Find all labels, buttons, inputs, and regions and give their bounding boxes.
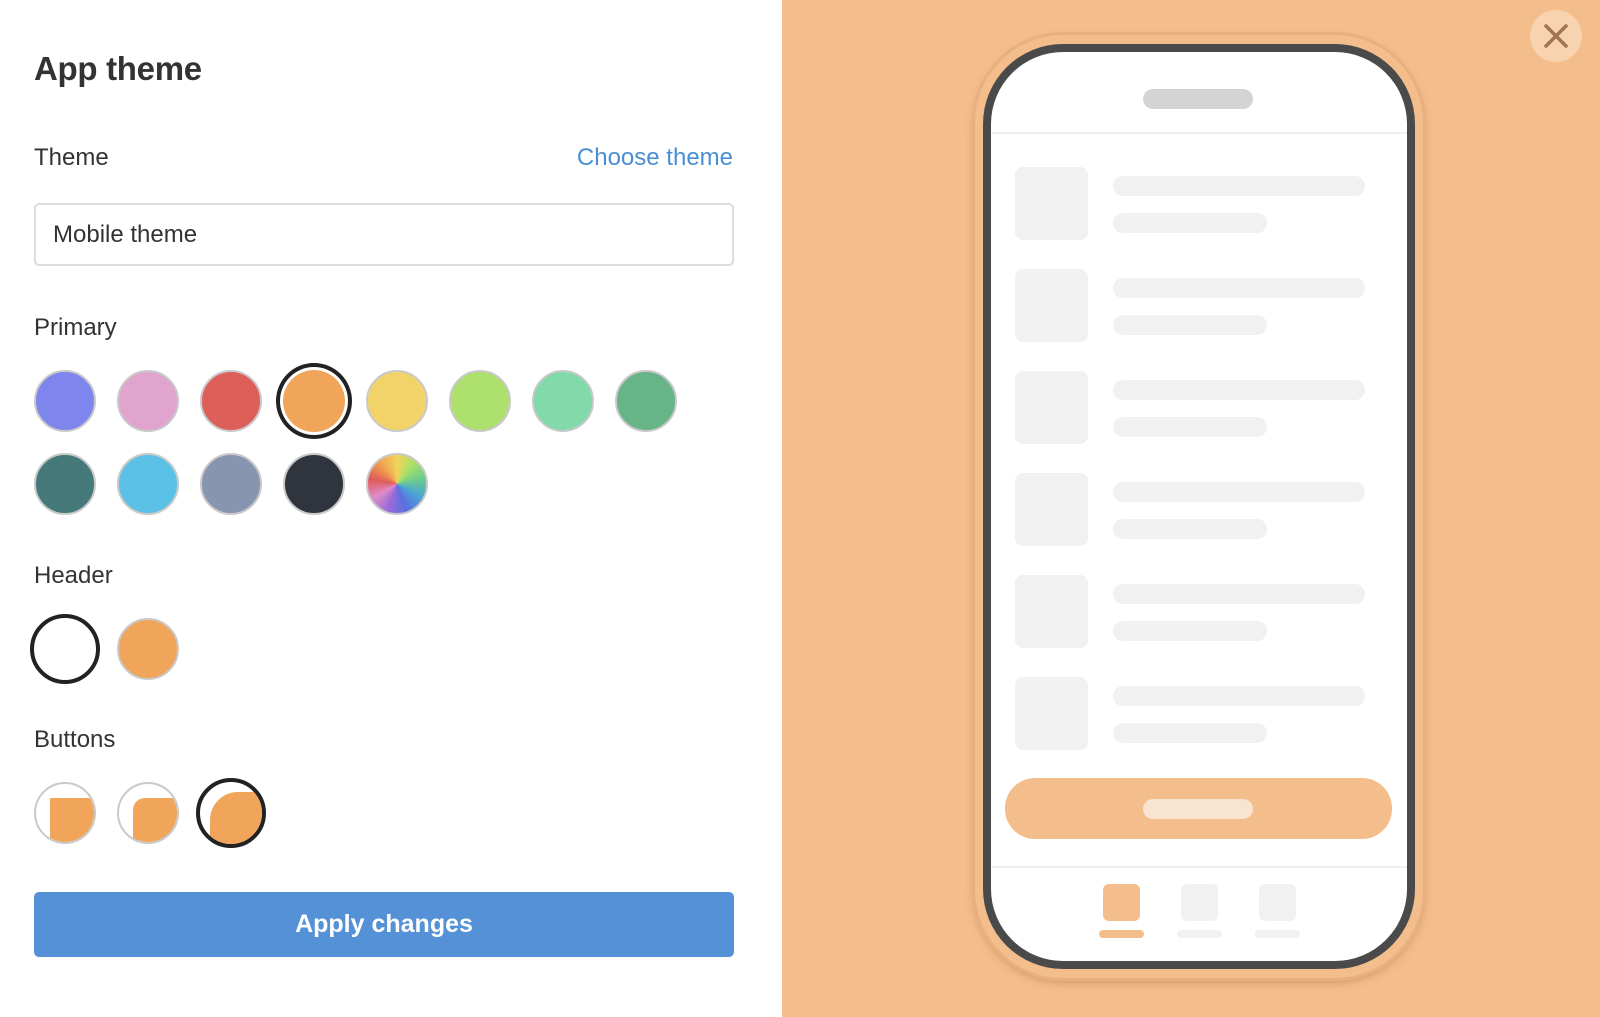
phone-tabbar-divider xyxy=(991,866,1407,868)
primary-swatch-yellow[interactable] xyxy=(366,370,428,432)
phone-list-thumbnail xyxy=(1015,677,1088,750)
phone-list-subtitle-placeholder xyxy=(1113,519,1267,539)
primary-swatch-green[interactable] xyxy=(615,370,677,432)
primary-swatch-sky[interactable] xyxy=(117,453,179,515)
phone-list-thumbnail xyxy=(1015,473,1088,546)
primary-swatch-red[interactable] xyxy=(200,370,262,432)
phone-preview-button xyxy=(1005,778,1392,839)
phone-list-title-placeholder xyxy=(1113,176,1365,196)
choose-theme-link[interactable]: Choose theme xyxy=(577,144,733,172)
button-shape-icon xyxy=(133,798,177,842)
phone-tab-label-placeholder xyxy=(1177,930,1222,938)
primary-swatch-slate[interactable] xyxy=(200,453,262,515)
close-button[interactable] xyxy=(1530,10,1582,62)
primary-swatch-lime[interactable] xyxy=(449,370,511,432)
primary-swatch-indigo[interactable] xyxy=(34,370,96,432)
phone-list-title-placeholder xyxy=(1113,482,1365,502)
phone-list-title-placeholder xyxy=(1113,584,1365,604)
header-swatch-orange[interactable] xyxy=(117,618,179,680)
phone-tab-label-placeholder xyxy=(1099,930,1144,938)
phone-tab-icon xyxy=(1259,884,1296,921)
phone-list-thumbnail xyxy=(1015,269,1088,342)
header-swatch-white[interactable] xyxy=(30,614,100,684)
apply-changes-button[interactable]: Apply changes xyxy=(34,892,734,957)
phone-preview-button-label xyxy=(1143,799,1253,819)
phone-header-title-placeholder xyxy=(1143,89,1253,109)
primary-swatch-orange[interactable] xyxy=(283,370,345,432)
close-icon xyxy=(1544,24,1568,48)
phone-list-title-placeholder xyxy=(1113,380,1365,400)
theme-name-input[interactable] xyxy=(34,203,734,266)
primary-label: Primary xyxy=(34,314,117,341)
primary-swatch-mint[interactable] xyxy=(532,370,594,432)
phone-list-title-placeholder xyxy=(1113,278,1365,298)
button-shape-icon xyxy=(210,792,262,844)
buttons-label: Buttons xyxy=(34,726,116,753)
primary-swatch-custom-rainbow[interactable] xyxy=(366,453,428,515)
header-label: Header xyxy=(34,562,113,589)
phone-list-subtitle-placeholder xyxy=(1113,417,1267,437)
phone-list-subtitle-placeholder xyxy=(1113,315,1267,335)
phone-tab-icon xyxy=(1103,884,1140,921)
phone-list-thumbnail xyxy=(1015,167,1088,240)
page-title: App theme xyxy=(34,50,202,87)
settings-panel: App theme Theme Choose theme Primary Hea… xyxy=(0,0,782,1017)
primary-swatch-pink[interactable] xyxy=(117,370,179,432)
phone-tab-label-placeholder xyxy=(1255,930,1300,938)
button-shape-icon xyxy=(50,798,94,842)
phone-tab-icon xyxy=(1181,884,1218,921)
primary-swatch-charcoal[interactable] xyxy=(283,453,345,515)
phone-list-subtitle-placeholder xyxy=(1113,723,1267,743)
phone-header-divider xyxy=(991,132,1407,134)
phone-list-subtitle-placeholder xyxy=(1113,213,1267,233)
phone-list-subtitle-placeholder xyxy=(1113,621,1267,641)
phone-list-thumbnail xyxy=(1015,371,1088,444)
button-style-pill[interactable] xyxy=(196,778,266,848)
phone-list-title-placeholder xyxy=(1113,686,1365,706)
button-style-rounded[interactable] xyxy=(117,782,179,844)
primary-swatch-teal[interactable] xyxy=(34,453,96,515)
phone-list-thumbnail xyxy=(1015,575,1088,648)
button-style-square[interactable] xyxy=(34,782,96,844)
theme-label: Theme xyxy=(34,144,109,171)
phone-screen xyxy=(991,52,1407,961)
